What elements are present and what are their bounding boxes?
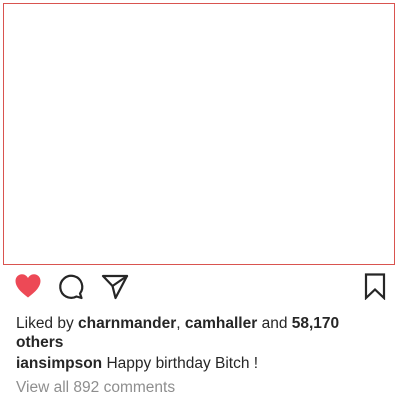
likes-summary: Liked by charnmander, camhaller and 58,1… xyxy=(16,314,384,352)
view-all-comments-link[interactable]: View all 892 comments xyxy=(16,378,175,397)
post-action-bar xyxy=(0,271,400,307)
post-image[interactable] xyxy=(3,3,395,265)
paper-plane-icon[interactable] xyxy=(100,271,130,301)
likes-prefix: Liked by xyxy=(16,315,79,332)
caption-text: Happy birthday Bitch ! xyxy=(106,355,259,372)
post-caption: iansimpson Happy birthday Bitch ! xyxy=(16,354,384,373)
caption-username-link[interactable]: iansimpson xyxy=(16,355,102,372)
liker-username-link[interactable]: charnmander xyxy=(78,315,176,332)
heart-icon[interactable] xyxy=(13,271,43,301)
bookmark-icon[interactable] xyxy=(362,272,388,300)
liker-username-link[interactable]: camhaller xyxy=(185,315,257,332)
likes-separator: , xyxy=(176,315,185,332)
likes-conjunction: and xyxy=(257,315,292,332)
speech-bubble-icon[interactable] xyxy=(55,271,85,301)
